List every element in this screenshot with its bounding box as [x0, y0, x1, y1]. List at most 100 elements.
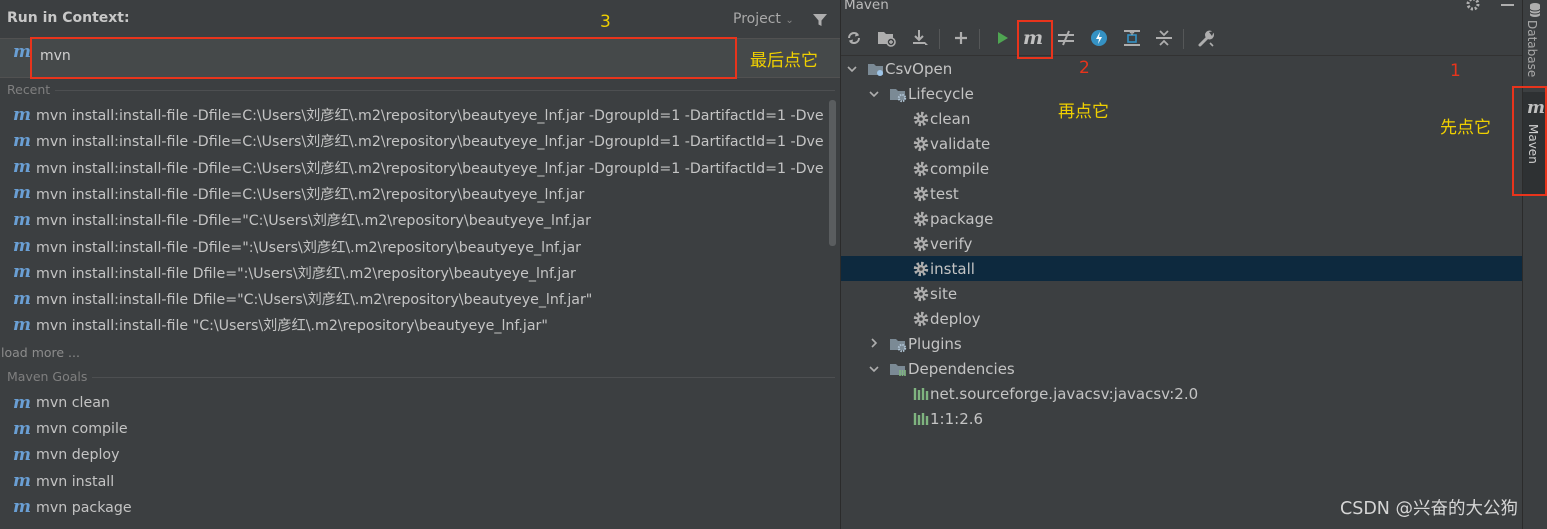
maven-m-icon: m: [13, 314, 31, 335]
maven-m-icon: m: [13, 418, 31, 439]
recent-command-text: mvn install:install-file -Dfile=C:\Users…: [36, 186, 585, 203]
recent-command-item[interactable]: m mvn install:install-file Dfile=":\Users…: [0, 260, 828, 286]
tree-node-dependencies[interactable]: Dependencies: [841, 356, 1522, 381]
maven-goal-item[interactable]: m mvn compile: [0, 416, 828, 442]
recent-command-item[interactable]: m mvn install:install-file -Dfile=C:\User…: [0, 181, 828, 207]
skip-tests-icon[interactable]: [1088, 27, 1110, 49]
recent-command-text: mvn install:install-file -Dfile=C:\Users…: [36, 108, 824, 124]
run-icon[interactable]: [991, 27, 1013, 49]
toolbar-separator: [939, 29, 940, 49]
maven-m-icon: m: [13, 157, 31, 178]
database-icon[interactable]: [1528, 2, 1542, 18]
recent-command-item[interactable]: m mvn install:install-file -Dfile="C:\Use…: [0, 207, 828, 233]
toolbar-separator: [1183, 29, 1184, 49]
gear-icon[interactable]: [1465, 0, 1481, 12]
minimize-icon[interactable]: [1501, 4, 1514, 6]
annotation-box-input: [30, 37, 737, 79]
recent-command-item[interactable]: m mvn install:install-file -Dfile=C:\User…: [0, 155, 828, 181]
annotation-then-click: 再点它: [1058, 102, 1109, 122]
lifecycle-phase-validate[interactable]: validate: [841, 131, 1522, 156]
lifecycle-phase-install[interactable]: install: [841, 256, 1522, 281]
lifecycle-phase-label: clean: [930, 109, 971, 128]
filter-icon[interactable]: [812, 12, 828, 28]
tree-lifecycle-label: Lifecycle: [908, 84, 974, 103]
recent-command-item[interactable]: m mvn install:install-file -Dfile=C:\User…: [0, 102, 828, 128]
recent-command-text: mvn install:install-file -Dfile=":\Users…: [36, 239, 581, 256]
maven-m-icon: m: [13, 288, 31, 309]
toolbar-separator: [979, 29, 980, 49]
recent-command-text: mvn install:install-file -Dfile="C:\User…: [36, 213, 591, 230]
maven-m-icon: m: [13, 444, 31, 465]
collapse-all-icon[interactable]: [1153, 27, 1175, 49]
annotation-number-3: 3: [600, 12, 611, 32]
load-more-link[interactable]: load more ...: [1, 345, 80, 360]
chevron-down-icon[interactable]: [868, 363, 880, 375]
lifecycle-phase-label: verify: [930, 234, 973, 253]
lifecycle-phase-label: install: [930, 259, 975, 278]
recent-command-item[interactable]: m mvn install:install-file "C:\Users\刘彦红\…: [0, 312, 828, 338]
tree-node-lifecycle[interactable]: Lifecycle: [841, 81, 1522, 106]
lifecycle-phase-clean[interactable]: clean: [841, 106, 1522, 131]
chevron-down-icon: ⌄: [785, 15, 794, 26]
reload-icon[interactable]: [843, 27, 865, 49]
database-tab-label[interactable]: Database: [1525, 20, 1539, 77]
annotation-number-1: 1: [1450, 61, 1461, 81]
maven-toolbar: m: [841, 22, 1522, 56]
lifecycle-phase-deploy[interactable]: deploy: [841, 306, 1522, 331]
maven-m-icon: m: [13, 262, 31, 283]
library-icon: [913, 413, 929, 425]
chevron-right-icon[interactable]: [868, 337, 880, 349]
maven-window-title: Maven: [844, 0, 889, 13]
maven-goal-item[interactable]: m mvn deploy: [0, 442, 828, 468]
scrollbar-thumb[interactable]: [829, 100, 836, 246]
tree-project-label: CsvOpen: [885, 59, 953, 78]
scope-dropdown-label: Project: [733, 11, 781, 27]
chevron-down-icon[interactable]: [846, 63, 858, 75]
chevron-down-icon[interactable]: [868, 88, 880, 100]
recent-command-item[interactable]: m mvn install:install-file -Dfile=C:\User…: [0, 128, 828, 154]
tree-node-project[interactable]: CsvOpen: [841, 56, 1522, 81]
tree-node-plugins[interactable]: Plugins: [841, 331, 1522, 356]
maven-m-icon: m: [13, 183, 31, 204]
recent-command-text: mvn install:install-file -Dfile=C:\Users…: [36, 134, 824, 151]
gear-icon: [913, 136, 929, 152]
maven-goal-item[interactable]: m mvn install: [0, 469, 828, 495]
lifecycle-phase-test[interactable]: test: [841, 181, 1522, 206]
goals-divider: [92, 377, 835, 378]
settings-wrench-icon[interactable]: [1195, 27, 1217, 49]
maven-goal-text: mvn clean: [36, 395, 110, 411]
lifecycle-phase-label: test: [930, 184, 959, 203]
import-folder-icon[interactable]: [876, 27, 898, 49]
show-dependencies-icon[interactable]: [1121, 27, 1143, 49]
maven-project-icon: [868, 64, 883, 76]
download-icon[interactable]: [909, 27, 931, 49]
recent-command-item[interactable]: m mvn install:install-file Dfile="C:\User…: [0, 286, 828, 312]
toggle-offline-icon[interactable]: [1055, 27, 1077, 49]
annotation-last-click: 最后点它: [750, 51, 818, 71]
maven-goal-item[interactable]: m mvn clean: [0, 390, 828, 416]
annotation-number-2: 2: [1079, 58, 1090, 78]
recent-section-label: Recent: [7, 82, 51, 97]
run-in-context-popup: Run in Context: Project ⌄ m Recent m mvn …: [0, 0, 840, 529]
dependency-item[interactable]: 1:1:2.6: [841, 406, 1522, 431]
maven-m-icon: m: [13, 42, 31, 62]
lifecycle-phase-package[interactable]: package: [841, 206, 1522, 231]
tool-window-strip: Database m Maven: [1522, 0, 1547, 529]
popup-header: Run in Context: Project ⌄: [0, 0, 840, 38]
add-icon[interactable]: [950, 27, 972, 49]
maven-goal-item[interactable]: m mvn package: [0, 495, 828, 521]
maven-goal-text: mvn deploy: [36, 447, 120, 464]
watermark: CSDN @兴奋的大公狗: [1340, 499, 1518, 519]
maven-m-icon: m: [13, 104, 31, 125]
folder-library-icon: [890, 364, 906, 376]
lifecycle-phase-site[interactable]: site: [841, 281, 1522, 306]
lifecycle-phase-compile[interactable]: compile: [841, 156, 1522, 181]
gear-icon: [913, 311, 929, 327]
scope-dropdown[interactable]: Project ⌄: [733, 11, 794, 27]
dependency-item[interactable]: net.sourceforge.javacsv:javacsv:2.0: [841, 381, 1522, 406]
maven-m-icon: m: [13, 236, 31, 256]
recent-command-item[interactable]: m mvn install:install-file -Dfile=":\User…: [0, 234, 828, 260]
recent-command-text: mvn install:install-file "C:\Users\刘彦红\.…: [36, 318, 548, 335]
lifecycle-phase-verify[interactable]: verify: [841, 231, 1522, 256]
annotation-box-maven-tab: [1512, 86, 1547, 196]
